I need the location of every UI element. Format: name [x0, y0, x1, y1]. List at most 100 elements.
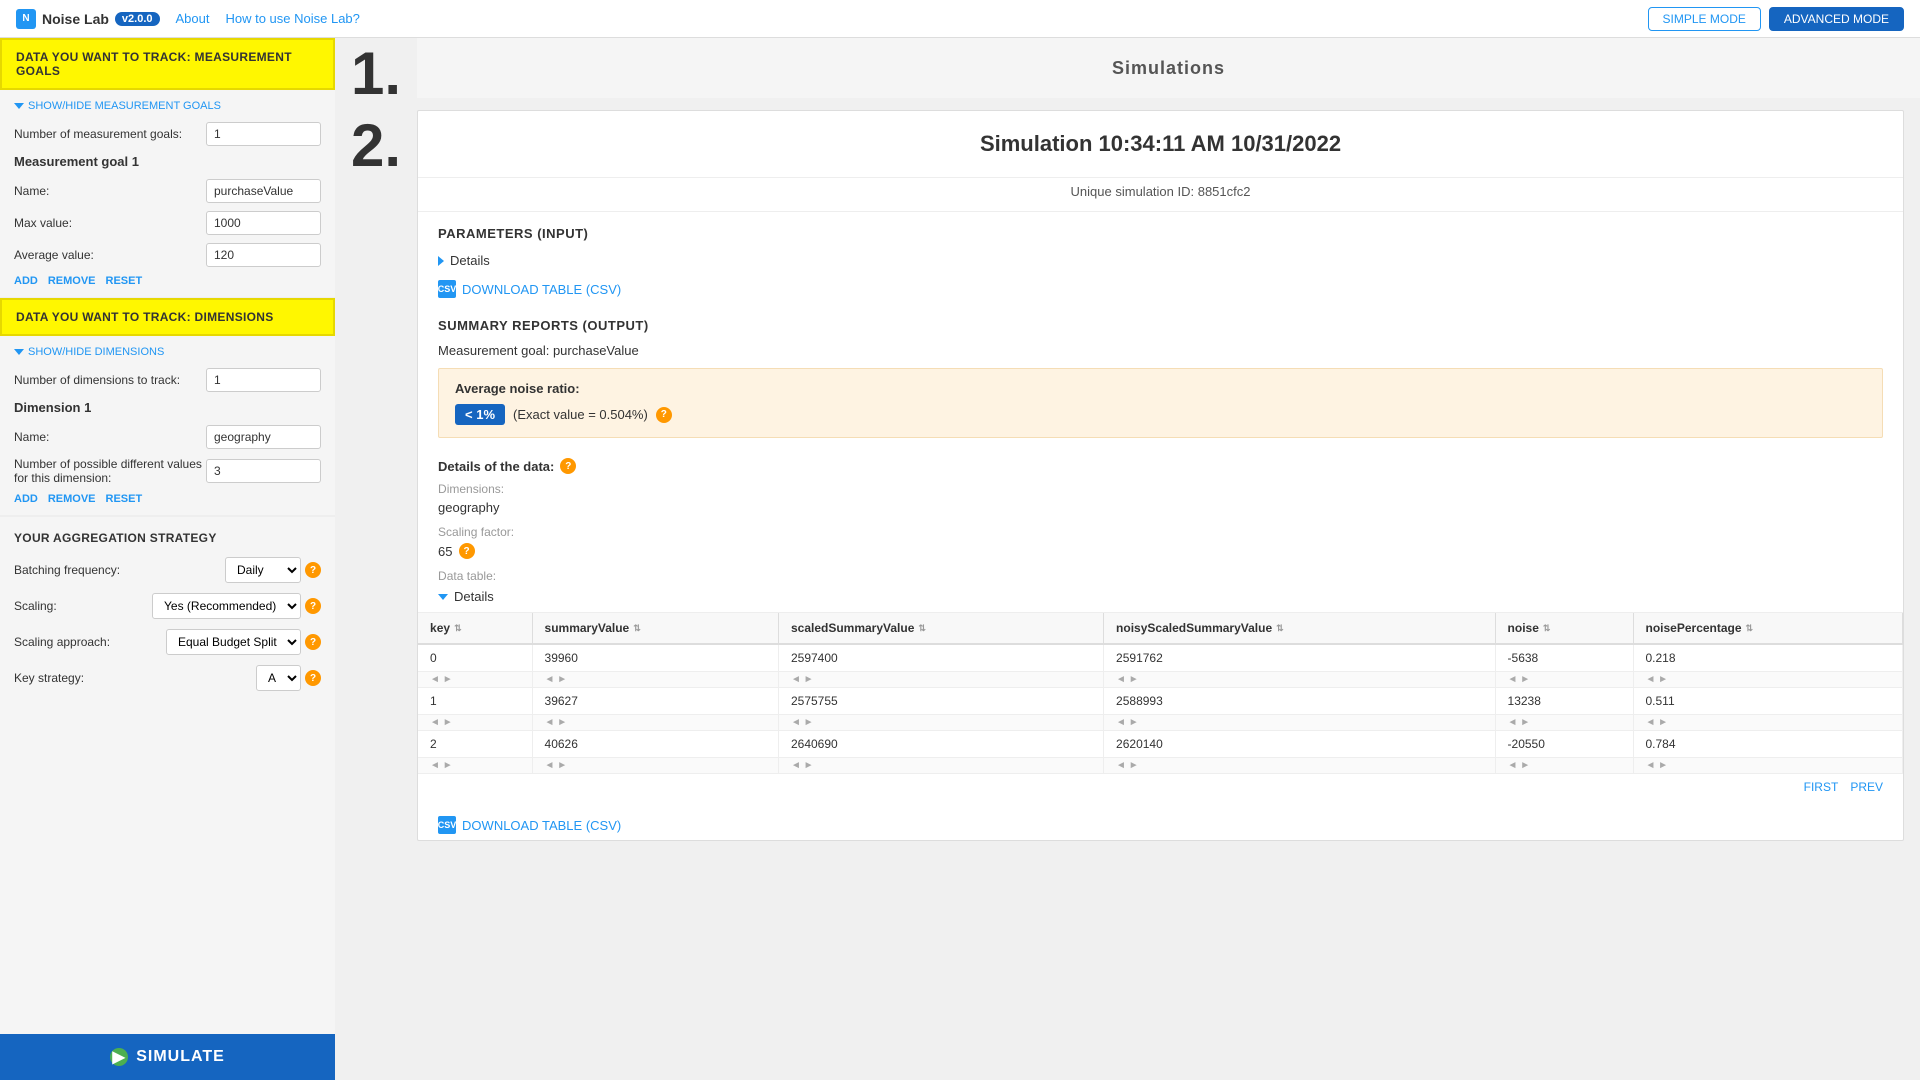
dim-name-input[interactable]	[206, 425, 321, 449]
aggregation-section: YOUR AGGREGATION STRATEGY Batching frequ…	[0, 516, 335, 715]
data-table-container: key ⇅ summaryValue ⇅	[418, 612, 1903, 800]
section2-header: DATA YOU WANT TO TRACK: DIMENSIONS	[0, 298, 335, 336]
goal-name-label: Name:	[14, 184, 206, 198]
num-dims-input[interactable]	[206, 368, 321, 392]
num-goals-label: Number of measurement goals:	[14, 127, 206, 141]
table-row: 24062626406902620140-205500.784	[418, 731, 1902, 758]
sim-title: Simulation 10:34:11 AM 10/31/2022	[418, 111, 1903, 178]
scroll-arrow-row: ◄ ►◄ ►◄ ►◄ ►◄ ►◄ ►	[418, 758, 1902, 774]
scaling-select[interactable]: Yes (Recommended) No	[152, 593, 301, 619]
scroll-arrow-row: ◄ ►◄ ►◄ ►◄ ►◄ ►◄ ►	[418, 715, 1902, 731]
table-row: 03996025974002591762-56380.218	[418, 644, 1902, 672]
measurement-goals-section: SHOW/HIDE MEASUREMENT GOALS Number of me…	[0, 90, 335, 298]
sort-icon-scaled[interactable]: ⇅	[918, 623, 926, 634]
cell-noisePercentage: 0.784	[1633, 731, 1903, 758]
sort-icon-noisepct[interactable]: ⇅	[1746, 623, 1754, 634]
advanced-mode-button[interactable]: ADVANCED MODE	[1769, 7, 1904, 31]
cell-key: 2	[418, 731, 532, 758]
scaling-help-icon[interactable]: ?	[459, 543, 475, 559]
simple-mode-button[interactable]: SIMPLE MODE	[1648, 7, 1761, 31]
sort-icon-noisy[interactable]: ⇅	[1276, 623, 1284, 634]
goal-name-input[interactable]	[206, 179, 321, 203]
goal1-title: Measurement goal 1	[14, 154, 321, 169]
about-link[interactable]: About	[176, 11, 210, 26]
scaling-help-icon[interactable]: ?	[305, 598, 321, 614]
data-table-toggle[interactable]: Details	[418, 585, 1903, 612]
add-goal-link[interactable]: ADD	[14, 275, 38, 287]
dim-possible-input[interactable]	[206, 459, 321, 483]
scaling-approach-help-icon[interactable]: ?	[305, 634, 321, 650]
batching-select[interactable]: Daily Weekly	[225, 557, 301, 583]
scaling-approach-select[interactable]: Equal Budget Split	[166, 629, 301, 655]
summary-header: SUMMARY REPORTS (OUTPUT)	[418, 304, 1903, 339]
mode-switcher: SIMPLE MODE ADVANCED MODE	[1648, 7, 1904, 31]
show-hide-goals-toggle[interactable]: SHOW/HIDE MEASUREMENT GOALS	[14, 100, 321, 112]
chevron-down-icon	[438, 594, 448, 600]
cell-key: 0	[418, 644, 532, 672]
dim-name-row: Name:	[14, 425, 321, 449]
params-header: PARAMETERS (INPUT)	[418, 211, 1903, 247]
csv-icon: CSV	[438, 280, 456, 298]
cell-noisePercentage: 0.511	[1633, 688, 1903, 715]
cell-summaryValue: 39627	[532, 688, 778, 715]
remove-goal-link[interactable]: REMOVE	[48, 275, 96, 287]
key-strategy-help-icon[interactable]: ?	[305, 670, 321, 686]
how-to-link[interactable]: How to use Noise Lab?	[225, 11, 359, 26]
prev-nav-link[interactable]: PREV	[1850, 780, 1883, 794]
step2-label: 2.	[335, 110, 417, 182]
num-goals-input[interactable]	[206, 122, 321, 146]
scaling-label: Scaling:	[14, 599, 152, 613]
cell-noisyScaledSummaryValue: 2620140	[1104, 731, 1495, 758]
scroll-arrow-row: ◄ ►◄ ►◄ ►◄ ►◄ ►◄ ►	[418, 672, 1902, 688]
sidebar-bottom: ▶ SIMULATE	[0, 1034, 335, 1080]
simulate-icon: ▶	[110, 1048, 128, 1066]
logo-text: Noise Lab	[42, 11, 109, 27]
first-nav-link[interactable]: FIRST	[1804, 780, 1839, 794]
download-csv2-button[interactable]: CSV DOWNLOAD TABLE (CSV)	[418, 810, 1903, 840]
scaling-factor-value: 65 ?	[418, 541, 1903, 565]
col-key: key ⇅	[418, 613, 532, 644]
reset-goal-link[interactable]: RESET	[106, 275, 143, 287]
cell-noisePercentage: 0.218	[1633, 644, 1903, 672]
details-label: Details	[450, 253, 490, 268]
details-toggle[interactable]: Details	[418, 247, 1903, 274]
table-navigation: FIRST PREV	[418, 774, 1903, 800]
dimensions-section: SHOW/HIDE DIMENSIONS Number of dimension…	[0, 336, 335, 516]
details-help-icon[interactable]: ?	[560, 458, 576, 474]
num-goals-row: Number of measurement goals:	[14, 122, 321, 146]
chevron-right-icon	[438, 256, 444, 266]
data-table: key ⇅ summaryValue ⇅	[418, 613, 1903, 774]
goal-avg-row: Average value:	[14, 243, 321, 267]
cell-noisyScaledSummaryValue: 2591762	[1104, 644, 1495, 672]
cell-summaryValue: 40626	[532, 731, 778, 758]
goal-max-row: Max value:	[14, 211, 321, 235]
sort-icon-summary[interactable]: ⇅	[633, 623, 641, 634]
data-table-label: Data table:	[418, 565, 1903, 585]
cell-key: 1	[418, 688, 532, 715]
batching-help-icon[interactable]: ?	[305, 562, 321, 578]
remove-dim-link[interactable]: REMOVE	[48, 493, 96, 505]
reset-dim-link[interactable]: RESET	[106, 493, 143, 505]
cell-scaledSummaryValue: 2575755	[778, 688, 1103, 715]
show-hide-dims-toggle[interactable]: SHOW/HIDE DIMENSIONS	[14, 346, 321, 358]
cell-noise: -5638	[1495, 644, 1633, 672]
sort-icon-noise[interactable]: ⇅	[1543, 623, 1551, 634]
dimensions-label: Dimensions:	[418, 478, 1903, 498]
csv-icon2: CSV	[438, 816, 456, 834]
dim-actions: ADD REMOVE RESET	[14, 493, 321, 505]
chevron-down-icon	[14, 103, 24, 109]
num-dims-row: Number of dimensions to track:	[14, 368, 321, 392]
noise-help-icon[interactable]: ?	[656, 407, 672, 423]
version-badge: v2.0.0	[115, 12, 160, 26]
scaling-row: Scaling: Yes (Recommended) No ?	[14, 593, 321, 619]
add-dim-link[interactable]: ADD	[14, 493, 38, 505]
download-csv-button[interactable]: CSV DOWNLOAD TABLE (CSV)	[418, 274, 1903, 304]
goal-max-input[interactable]	[206, 211, 321, 235]
col-noisyScaled: noisyScaledSummaryValue ⇅	[1104, 613, 1495, 644]
cell-noise: 13238	[1495, 688, 1633, 715]
goal-avg-input[interactable]	[206, 243, 321, 267]
sort-icon-key[interactable]: ⇅	[454, 623, 462, 634]
key-strategy-select[interactable]: A B	[256, 665, 301, 691]
dim-possible-label: Number of possible different values for …	[14, 457, 206, 485]
simulate-button[interactable]: ▶ SIMULATE	[0, 1034, 335, 1080]
